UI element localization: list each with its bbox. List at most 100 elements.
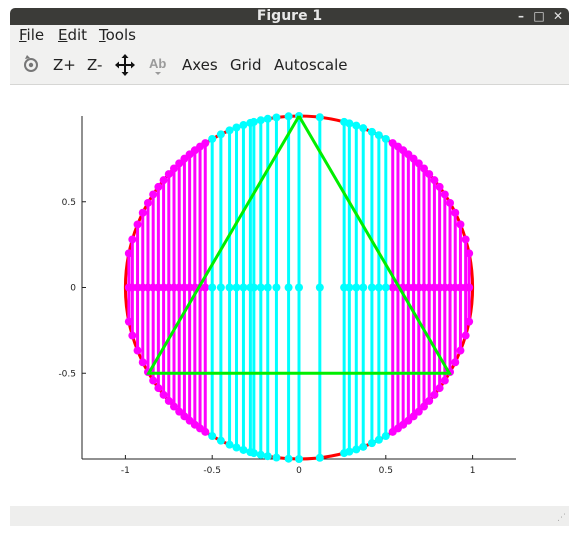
cyan-series-point bbox=[381, 432, 390, 441]
magenta-series-point bbox=[154, 182, 163, 191]
cyan-series-point bbox=[367, 439, 376, 448]
plot-area[interactable]: -1 -0.5 0 0.5 1 -0.5 0 0.5 bbox=[10, 85, 569, 505]
x-tick-label: -0.5 bbox=[203, 466, 221, 476]
cyan-series-point bbox=[263, 452, 272, 461]
text-icon-label: Ab bbox=[149, 56, 166, 71]
magenta-series-point bbox=[159, 390, 168, 399]
close-button[interactable]: ✕ bbox=[550, 8, 566, 25]
menu-file[interactable]: File bbox=[19, 25, 44, 45]
magenta-series-point bbox=[456, 220, 465, 229]
cyan-series-point bbox=[256, 283, 265, 292]
cyan-series-point bbox=[249, 283, 258, 292]
x-tick-label: 1 bbox=[470, 466, 476, 476]
magenta-series-point bbox=[143, 198, 152, 207]
magenta-series-point bbox=[446, 198, 455, 207]
cyan-series-point bbox=[352, 283, 361, 292]
magenta-series-point bbox=[128, 331, 137, 340]
magenta-series-point bbox=[461, 331, 470, 340]
autoscale-button[interactable]: Autoscale bbox=[274, 46, 347, 84]
grid-button[interactable]: Grid bbox=[230, 46, 261, 84]
cyan-series-point bbox=[381, 283, 390, 292]
menu-edit[interactable]: Edit bbox=[58, 25, 87, 45]
cyan-series-point bbox=[367, 283, 376, 292]
magenta-series-point bbox=[128, 235, 137, 244]
x-tick-label: 0.5 bbox=[379, 466, 393, 476]
cyan-series-point bbox=[284, 454, 293, 463]
cyan-series-point bbox=[315, 113, 324, 122]
magenta-series-point bbox=[201, 139, 210, 148]
magenta-series-point bbox=[465, 317, 474, 326]
cyan-series-point bbox=[263, 283, 272, 292]
cyan-series-point bbox=[284, 112, 293, 121]
magenta-series-point bbox=[138, 208, 147, 217]
toolbar: Z+ Z- Ab Axes Grid Autoscale bbox=[10, 46, 569, 85]
magenta-series-point bbox=[138, 358, 147, 367]
menu-tools[interactable]: Tools bbox=[99, 25, 136, 45]
cyan-series-point bbox=[315, 453, 324, 462]
cyan-series-point bbox=[208, 432, 217, 441]
minimize-button[interactable]: – bbox=[513, 8, 529, 25]
magenta-series-point bbox=[451, 358, 460, 367]
x-tick-label: 0 bbox=[296, 466, 302, 476]
cyan-series-point bbox=[345, 447, 354, 456]
status-bar: ⋰ bbox=[10, 506, 569, 526]
magenta-series-point bbox=[430, 390, 439, 399]
magenta-series-point bbox=[465, 249, 474, 258]
zoom-in-button[interactable]: Z+ bbox=[53, 46, 76, 84]
resize-grip-icon[interactable]: ⋰ bbox=[557, 514, 566, 523]
cyan-series-point bbox=[208, 134, 217, 143]
title-bar: Figure 1 – □ ✕ bbox=[10, 8, 569, 25]
cyan-series-point bbox=[256, 116, 265, 125]
pan-icon[interactable] bbox=[115, 46, 135, 84]
magenta-series-point bbox=[149, 190, 158, 199]
cyan-series-point bbox=[374, 131, 383, 140]
cyan-series-point bbox=[345, 283, 354, 292]
magenta-series-point bbox=[440, 190, 449, 199]
maximize-button[interactable]: □ bbox=[531, 8, 547, 25]
magenta-series-point bbox=[159, 176, 168, 185]
cyan-series-point bbox=[374, 435, 383, 444]
cyan-series-point bbox=[239, 121, 248, 130]
cyan-series-point bbox=[374, 283, 383, 292]
magenta-series-point bbox=[456, 346, 465, 355]
cyan-series-point bbox=[352, 121, 361, 130]
magenta-series-point bbox=[201, 283, 210, 292]
cyan-series-point bbox=[225, 126, 234, 135]
cyan-series-point bbox=[216, 130, 225, 139]
cyan-series-point bbox=[359, 124, 368, 133]
y-tick-label: -0.5 bbox=[58, 369, 76, 379]
magenta-series-point bbox=[435, 384, 444, 393]
magenta-series-point bbox=[154, 384, 163, 393]
text-icon[interactable]: Ab bbox=[147, 46, 169, 84]
magenta-series-point bbox=[465, 283, 474, 292]
cyan-series-point bbox=[208, 283, 217, 292]
cyan-series-point bbox=[359, 283, 368, 292]
cyan-series-point bbox=[216, 436, 225, 445]
magenta-series-point bbox=[133, 346, 142, 355]
window-title: Figure 1 bbox=[256, 8, 323, 24]
cyan-series-point bbox=[381, 134, 390, 143]
cyan-series-point bbox=[263, 114, 272, 123]
cyan-series-point bbox=[239, 283, 248, 292]
cyan-series-point bbox=[284, 283, 293, 292]
cyan-series-point bbox=[295, 455, 303, 463]
rotate-icon[interactable] bbox=[21, 46, 41, 84]
magenta-series-point bbox=[133, 220, 142, 229]
cyan-series-point bbox=[216, 283, 225, 292]
magenta-series-point bbox=[461, 235, 470, 244]
magenta-series-point bbox=[430, 176, 439, 185]
axes-button[interactable]: Axes bbox=[182, 46, 218, 84]
magenta-series-point bbox=[149, 376, 158, 385]
cyan-series-point bbox=[352, 445, 361, 454]
magenta-series-point bbox=[425, 170, 434, 179]
cyan-series-point bbox=[295, 283, 303, 292]
cyan-series-point bbox=[272, 453, 281, 462]
magenta-series-point bbox=[440, 376, 449, 385]
cyan-series-point bbox=[232, 283, 241, 292]
menu-bar: File Edit Tools bbox=[10, 25, 569, 46]
zoom-out-button[interactable]: Z- bbox=[87, 46, 102, 84]
chart[interactable]: -1 -0.5 0 0.5 1 -0.5 0 0.5 bbox=[10, 85, 569, 505]
magenta-series-point bbox=[435, 182, 444, 191]
cyan-series-point bbox=[315, 283, 324, 292]
cyan-series-point bbox=[256, 450, 265, 459]
